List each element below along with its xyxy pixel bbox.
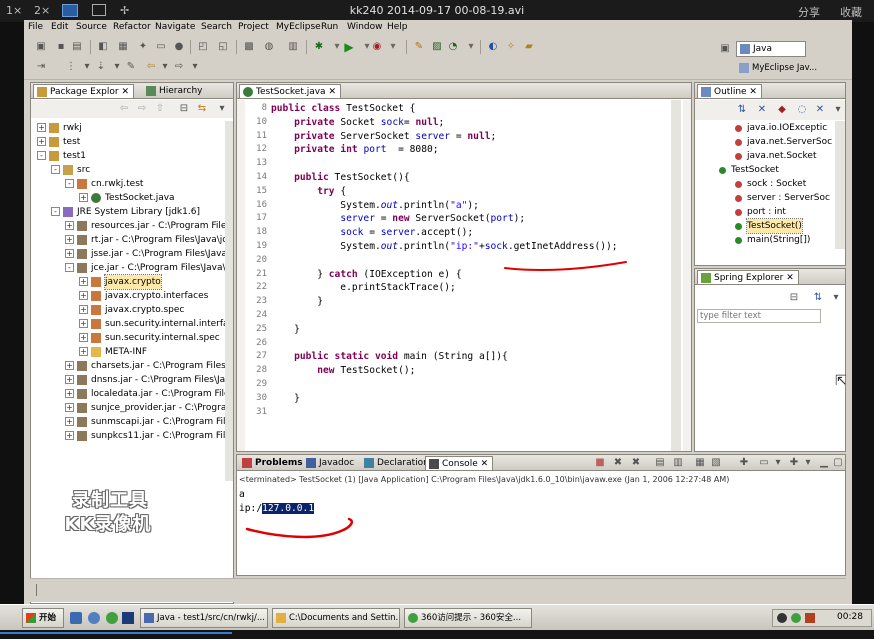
tray-360-icon[interactable] [791, 613, 801, 623]
task-explorer-label: C:\Documents and Settin... [289, 613, 400, 623]
folder-task-icon [276, 613, 286, 623]
task-explorer[interactable]: C:\Documents and Settin... [272, 608, 400, 628]
tray-record-icon[interactable] [805, 613, 815, 623]
start-button[interactable]: 开始 [22, 608, 64, 628]
system-tray: 00:28 [772, 609, 872, 627]
eclipse-task-icon [144, 613, 154, 623]
editor-red-underline-annotation [504, 261, 627, 271]
quicklaunch-360-icon[interactable] [88, 612, 100, 624]
playback-progress[interactable] [0, 632, 232, 634]
360-task-icon [408, 613, 418, 623]
taskbar: 开始 Java - test1/src/cn/rwkj/... C:\Docum… [0, 604, 874, 630]
windows-logo-icon [26, 613, 36, 623]
clock: 00:28 [837, 612, 863, 622]
watermark-line1: 录制工具 [72, 490, 148, 511]
task-eclipse-label: Java - test1/src/cn/rwkj/... [157, 613, 265, 623]
task-eclipse[interactable]: Java - test1/src/cn/rwkj/... [140, 608, 268, 628]
quicklaunch-ie-icon[interactable] [70, 612, 82, 624]
task-360[interactable]: 360访问提示 - 360安全... [404, 608, 532, 628]
quicklaunch-browser-icon[interactable] [106, 612, 118, 624]
watermark-line2: KK录像机 [64, 514, 152, 535]
tray-user-icon[interactable] [777, 613, 787, 623]
quicklaunch-monitor-icon[interactable] [122, 612, 134, 624]
player-bottom-bar [0, 630, 874, 639]
start-label: 开始 [39, 613, 57, 623]
task-360-label: 360访问提示 - 360安全... [421, 613, 522, 623]
